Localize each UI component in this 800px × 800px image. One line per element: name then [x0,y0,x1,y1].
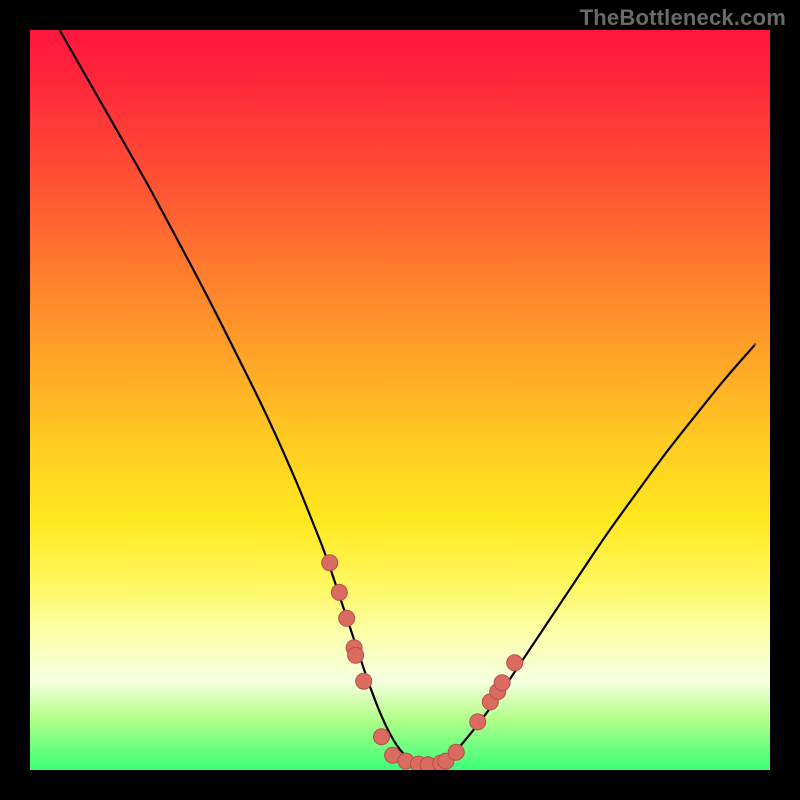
plot-area [30,30,770,770]
chart-container: TheBottleneck.com [0,0,800,800]
watermark-text: TheBottleneck.com [580,5,786,31]
